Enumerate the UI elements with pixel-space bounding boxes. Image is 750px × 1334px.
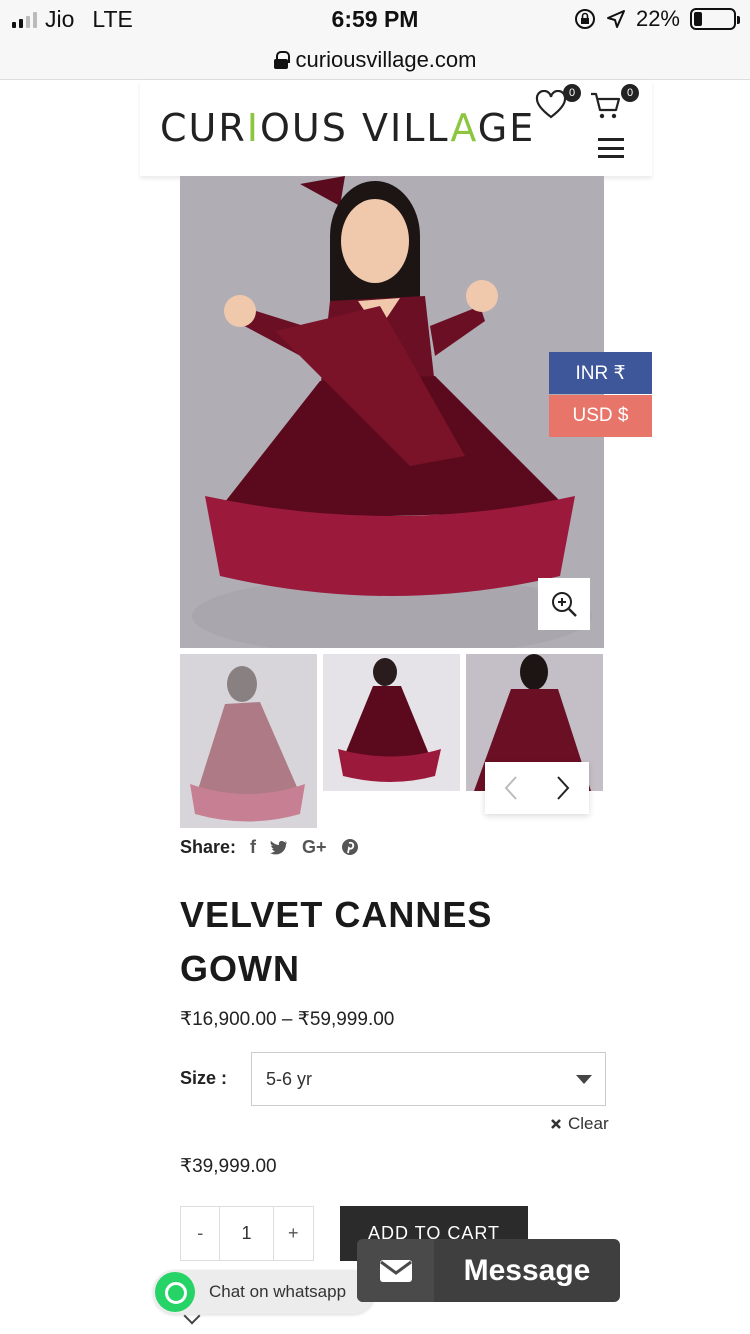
site-header: CURIOUS VILLAGE 0 0: [140, 80, 652, 176]
thumbnail-2[interactable]: [323, 654, 460, 791]
facebook-icon[interactable]: f: [250, 837, 256, 858]
thumbnail-carousel-nav: [485, 762, 589, 814]
whatsapp-label: Chat on whatsapp: [209, 1282, 347, 1301]
zoom-in-icon: [552, 592, 577, 617]
battery-icon: [690, 8, 740, 30]
wishlist-button[interactable]: 0: [535, 84, 581, 124]
zoom-button[interactable]: [538, 578, 590, 630]
share-bar: Share: f G+: [180, 836, 359, 858]
chevron-left-icon: [504, 776, 517, 800]
hamburger-menu-icon[interactable]: [598, 138, 624, 158]
lock-icon: [273, 50, 290, 69]
battery-percent: 22%: [635, 6, 680, 31]
status-icons: 22%: [574, 6, 740, 32]
quantity-increase-button[interactable]: +: [274, 1207, 313, 1260]
pinterest-icon[interactable]: [341, 838, 359, 856]
selected-price: ₹39,999.00: [180, 1156, 277, 1177]
envelope-icon: [357, 1239, 434, 1302]
currency-usd-button[interactable]: USD $: [549, 395, 652, 437]
quantity-input[interactable]: 1: [220, 1207, 274, 1260]
google-plus-icon[interactable]: G+: [302, 837, 327, 858]
quantity-decrease-button[interactable]: -: [181, 1207, 221, 1260]
share-label: Share:: [180, 836, 237, 857]
rotation-lock-icon: [574, 9, 595, 29]
size-selected-value: 5-6 yr: [266, 1068, 313, 1089]
chevron-right-icon: [557, 776, 570, 800]
status-bar: Jio LTE 6:59 PM 22%: [0, 0, 750, 40]
location-arrow-icon: [606, 10, 625, 28]
caret-down-icon: [576, 1075, 592, 1084]
carousel-next-button[interactable]: [537, 762, 589, 814]
whatsapp-icon: [155, 1272, 195, 1312]
size-label: Size :: [180, 1068, 228, 1088]
cart-button[interactable]: 0: [589, 84, 639, 124]
clear-selection-link[interactable]: Clear: [550, 1114, 609, 1134]
site-logo[interactable]: CURIOUS VILLAGE: [160, 106, 535, 150]
url-text: curiousvillage.com: [295, 46, 477, 72]
size-select[interactable]: 5-6 yr: [251, 1052, 606, 1106]
quantity-stepper: - 1 +: [180, 1206, 314, 1261]
clear-label: Clear: [568, 1114, 609, 1133]
currency-inr-button[interactable]: INR ₹: [549, 352, 652, 394]
price-range: ₹16,900.00 – ₹59,999.00: [180, 1009, 395, 1030]
message-widget-button[interactable]: Message: [357, 1239, 620, 1302]
twitter-icon[interactable]: [270, 840, 288, 855]
carousel-prev-button[interactable]: [485, 762, 537, 814]
product-title: VELVET CANNES GOWN: [180, 894, 493, 989]
close-icon: [551, 1119, 561, 1129]
wishlist-count-badge: 0: [563, 84, 581, 102]
whatsapp-chat-button[interactable]: Chat on whatsapp: [153, 1270, 375, 1314]
cart-count-badge: 0: [621, 84, 639, 102]
cart-icon: [591, 92, 621, 119]
thumbnail-1[interactable]: [180, 654, 317, 828]
message-label: Message: [463, 1253, 591, 1287]
address-bar[interactable]: curiousvillage.com: [0, 40, 750, 80]
